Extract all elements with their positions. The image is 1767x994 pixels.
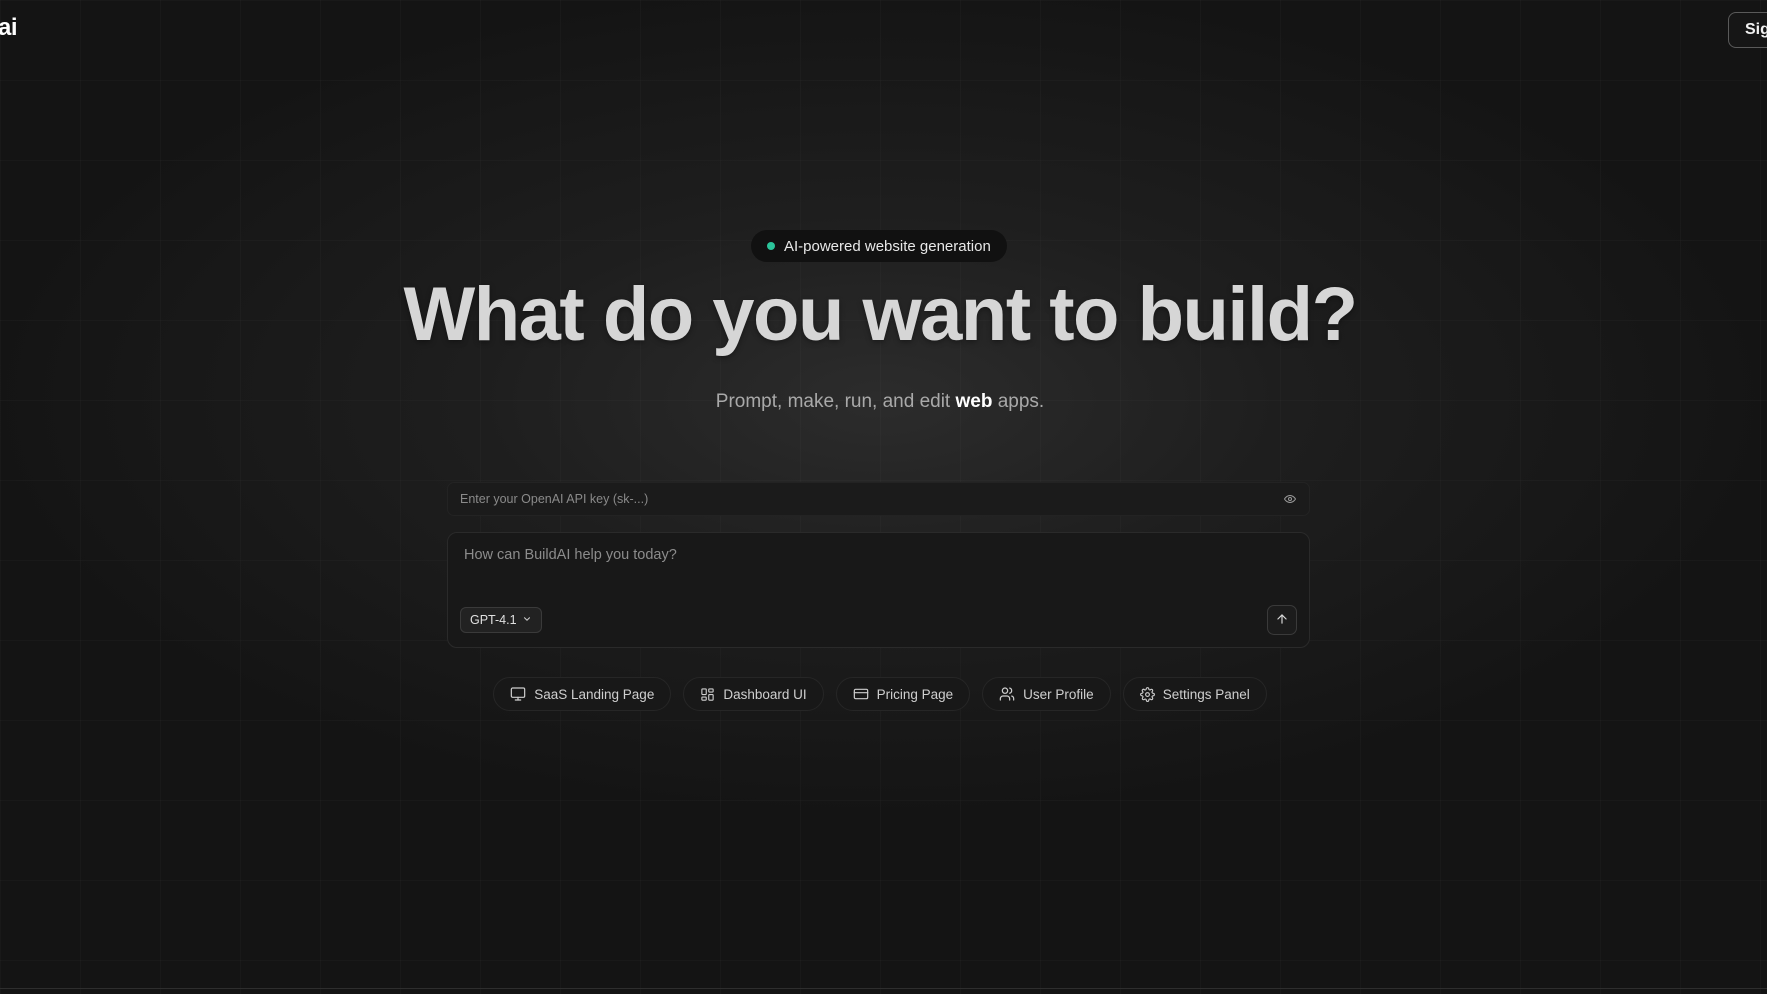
chevron-down-icon <box>522 613 532 627</box>
suggestion-label: Settings Panel <box>1162 686 1250 702</box>
hero-subtitle: Prompt, make, run, and edit web apps. <box>0 391 1760 413</box>
suggestion-chips: SaaS Landing Page Dashboard UI Pricing P… <box>0 677 1760 711</box>
page-title: What do you want to build? <box>403 272 1358 357</box>
subtitle-emphasis: web <box>955 391 993 412</box>
page: ai Sig AI-powered website generation Wha… <box>0 0 1767 994</box>
suggestion-label: Dashboard UI <box>723 686 807 702</box>
subtitle-text-start: Prompt, make, run, and edit <box>715 391 956 412</box>
sign-in-button[interactable]: Sig <box>1728 12 1767 48</box>
bottom-divider <box>0 988 1767 989</box>
users-icon <box>999 686 1015 702</box>
hero-badge: AI-powered website generation <box>751 230 1007 262</box>
suggestion-settings-panel[interactable]: Settings Panel <box>1122 677 1267 711</box>
arrow-up-icon <box>1275 612 1289 629</box>
hero-badge-text: AI-powered website generation <box>784 237 991 255</box>
monitor-icon <box>510 686 526 702</box>
grid-icon <box>700 687 715 702</box>
suggestion-pricing-page[interactable]: Pricing Page <box>835 677 971 711</box>
logo[interactable]: ai <box>0 14 18 42</box>
suggestion-saas-landing-page[interactable]: SaaS Landing Page <box>493 677 672 711</box>
suggestion-label: User Profile <box>1023 686 1094 702</box>
suggestion-label: SaaS Landing Page <box>534 686 655 702</box>
model-label: GPT-4.1 <box>470 613 517 627</box>
prompt-input[interactable] <box>464 547 1284 587</box>
model-selector[interactable]: GPT-4.1 <box>460 607 542 633</box>
eye-icon[interactable] <box>1283 492 1297 506</box>
prompt-box: GPT-4.1 <box>447 532 1310 648</box>
gear-icon <box>1139 686 1155 702</box>
suggestion-label: Pricing Page <box>876 686 954 702</box>
status-dot-icon <box>767 242 775 250</box>
suggestion-user-profile[interactable]: User Profile <box>982 677 1111 711</box>
api-key-input[interactable] <box>460 492 1283 506</box>
credit-card-icon <box>853 686 869 702</box>
send-button[interactable] <box>1267 605 1297 635</box>
suggestion-dashboard-ui[interactable]: Dashboard UI <box>683 677 824 711</box>
subtitle-text-end: apps. <box>992 391 1045 412</box>
api-key-field <box>447 482 1310 516</box>
